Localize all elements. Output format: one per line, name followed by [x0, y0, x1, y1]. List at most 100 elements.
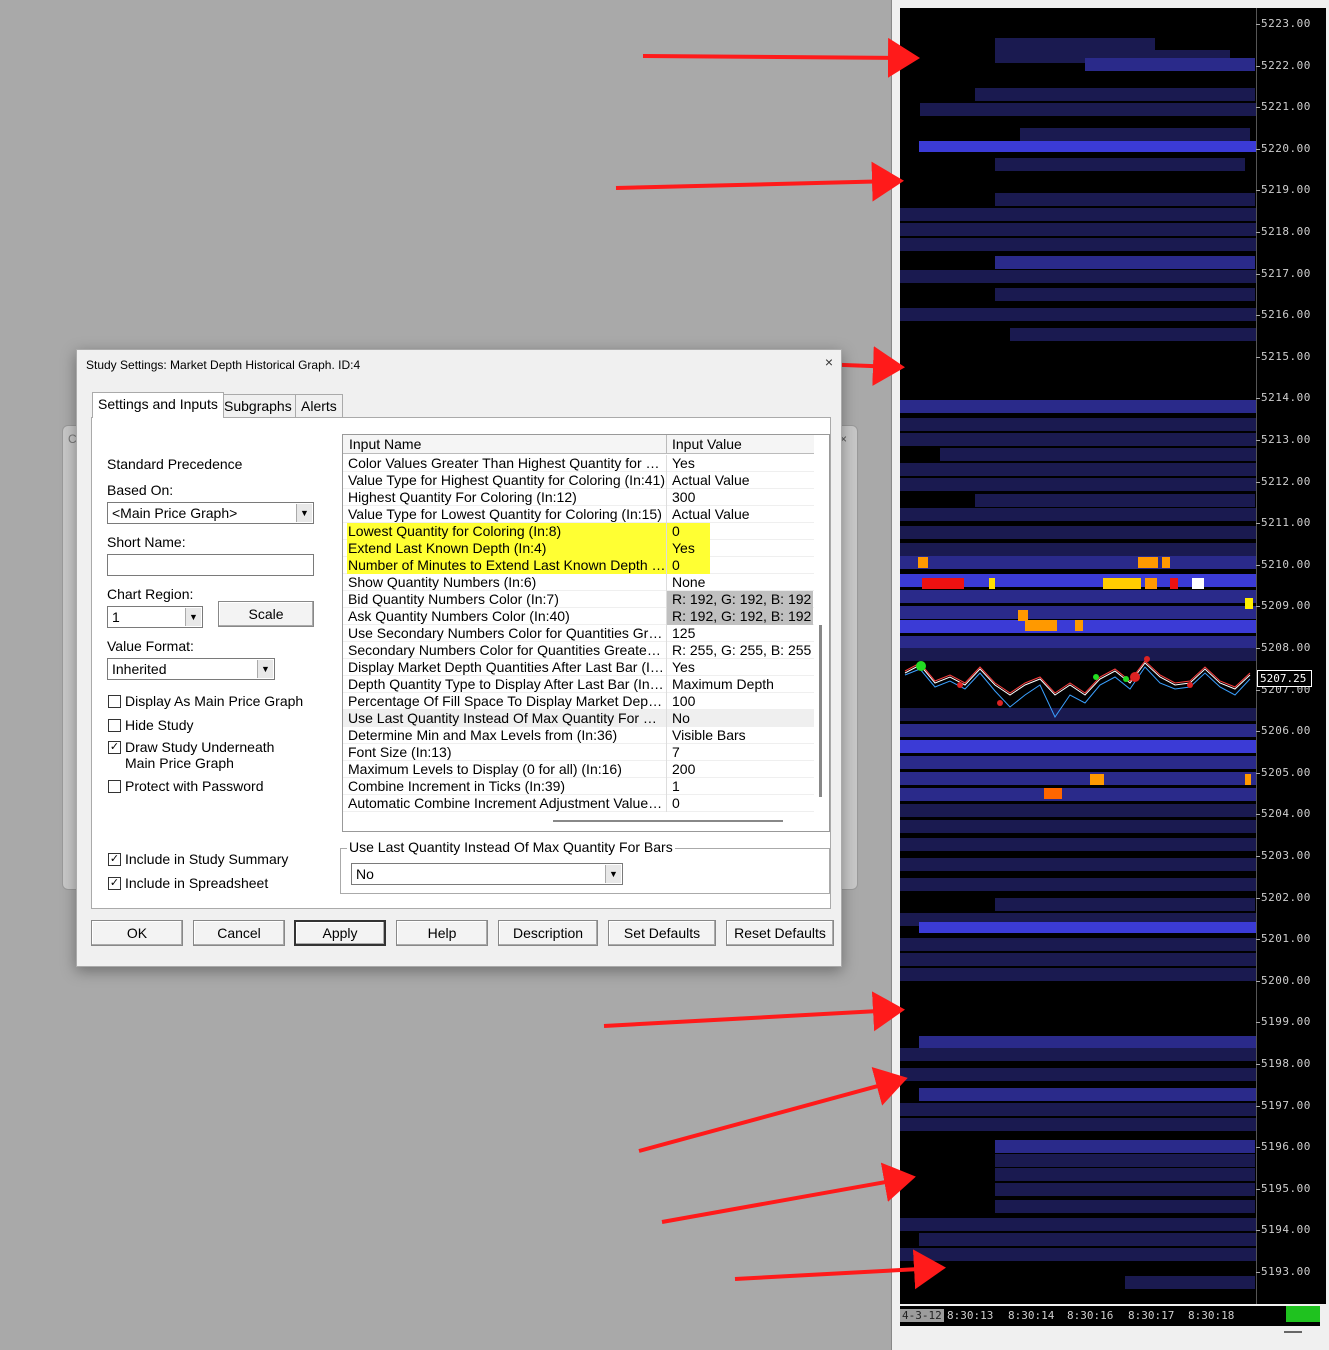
vertical-scrollbar[interactable]	[819, 625, 822, 797]
depth-hotspot	[1192, 578, 1204, 589]
depth-band	[900, 270, 1256, 283]
depth-hotspot	[1090, 774, 1104, 785]
chevron-down-icon[interactable]: ▼	[257, 660, 273, 678]
include-spreadsheet-label: Include in Spreadsheet	[125, 875, 269, 891]
input-value-cell[interactable]: Actual Value	[672, 472, 812, 489]
table-row[interactable]: Font Size (In:13) 7	[343, 744, 814, 761]
tab-settings-and-inputs[interactable]: Settings and Inputs	[92, 392, 224, 418]
depth-band	[919, 1233, 1256, 1246]
cancel-button[interactable]: Cancel	[193, 920, 285, 946]
table-row[interactable]: Maximum Levels to Display (0 for all) (I…	[343, 761, 814, 778]
input-value-cell[interactable]: Yes	[672, 659, 812, 676]
table-row[interactable]: Ask Quantity Numbers Color (In:40) R: 192…	[343, 608, 814, 625]
protect-password-checkbox[interactable]	[108, 780, 121, 793]
inputs-grid[interactable]: Input Name Input Value Color Values Grea…	[342, 434, 830, 832]
include-summary-label: Include in Study Summary	[125, 851, 289, 867]
input-value-cell[interactable]: 0	[667, 557, 710, 574]
include-summary-checkbox[interactable]: ✓	[108, 853, 121, 866]
price-tick-label: 5205.00	[1256, 765, 1311, 779]
tab-subgraphs[interactable]: Subgraphs	[218, 394, 298, 418]
input-value-cell[interactable]: Yes	[672, 455, 812, 472]
apply-button[interactable]: Apply	[294, 920, 386, 946]
depth-band	[919, 1088, 1256, 1101]
ok-button[interactable]: OK	[91, 920, 183, 946]
input-value-cell[interactable]: Maximum Depth	[672, 676, 812, 693]
depth-band	[900, 838, 1256, 851]
display-as-main-checkbox[interactable]	[108, 695, 121, 708]
table-row[interactable]: Number of Minutes to Extend Last Known D…	[343, 557, 814, 574]
depth-band	[900, 433, 1256, 446]
standard-precedence-label: Standard Precedence	[107, 456, 243, 472]
chevron-down-icon[interactable]: ▼	[296, 504, 312, 522]
table-row[interactable]: Highest Quantity For Coloring (In:12) 300	[343, 489, 814, 506]
input-name-cell: Percentage Of Fill Space To Display Mark…	[348, 693, 665, 709]
scale-button[interactable]: Scale	[218, 601, 314, 627]
table-row[interactable]: Bid Quantity Numbers Color (In:7) R: 192,…	[343, 591, 814, 608]
time-axis[interactable]: 4-3-12 8:30:13 8:30:14 8:30:16 8:30:17 8…	[900, 1306, 1320, 1326]
input-value-cell[interactable]: 0	[667, 523, 710, 540]
short-name-input[interactable]	[107, 554, 314, 576]
set-defaults-button[interactable]: Set Defaults	[608, 920, 716, 946]
based-on-select[interactable]: <Main Price Graph> ▼	[107, 502, 314, 524]
chart-region-select[interactable]: 1 ▼	[107, 606, 203, 628]
table-row[interactable]: Percentage Of Fill Space To Display Mark…	[343, 693, 814, 710]
input-value-cell[interactable]: No	[672, 710, 812, 727]
hide-study-checkbox[interactable]	[108, 719, 121, 732]
table-row[interactable]: Automatic Combine Increment Adjustment V…	[343, 795, 814, 812]
column-header-input-value[interactable]: Input Value	[672, 436, 742, 452]
input-name-cell: Use Secondary Numbers Color for Quantiti…	[348, 625, 665, 641]
depth-hotspot	[922, 578, 964, 589]
minimize-icon[interactable]	[1284, 1331, 1302, 1333]
depth-band	[900, 820, 1256, 833]
chart-region-value: 1	[112, 609, 120, 625]
table-row[interactable]: Value Type for Lowest Quantity for Color…	[343, 506, 814, 523]
input-value-cell[interactable]: Visible Bars	[672, 727, 812, 744]
input-value-cell[interactable]: Yes	[667, 540, 710, 557]
input-value-cell[interactable]: 300	[672, 489, 812, 506]
table-row[interactable]: Color Values Greater Than Highest Quanti…	[343, 455, 814, 472]
draw-underneath-checkbox[interactable]: ✓	[108, 741, 121, 754]
depth-band	[900, 463, 1256, 476]
table-row[interactable]: Secondary Numbers Color for Quantities G…	[343, 642, 814, 659]
input-editor-select[interactable]: No ▼	[351, 863, 623, 885]
value-format-value: Inherited	[112, 661, 167, 677]
reset-defaults-button[interactable]: Reset Defaults	[726, 920, 834, 946]
price-scale[interactable]: 5223.00 5222.00 5221.00 5220.00 5219.00 5218.…	[1256, 8, 1326, 1304]
input-name-cell: Automatic Combine Increment Adjustment V…	[348, 795, 665, 811]
help-button[interactable]: Help	[396, 920, 488, 946]
input-value-cell[interactable]: R: 255, G: 255, B: 255	[672, 642, 812, 659]
input-value-cell[interactable]: 125	[672, 625, 812, 642]
table-row[interactable]: Value Type for Highest Quantity for Colo…	[343, 472, 814, 489]
input-value-cell[interactable]: 7	[672, 744, 812, 761]
table-row[interactable]: Display Market Depth Quantities After La…	[343, 659, 814, 676]
input-name-cell: Depth Quantity Type to Display After Las…	[348, 676, 665, 692]
input-value-cell[interactable]: 1	[672, 778, 812, 795]
table-row[interactable]: Use Last Quantity Instead Of Max Quantit…	[343, 710, 814, 727]
input-value-cell[interactable]: 100	[672, 693, 812, 710]
table-row[interactable]: Depth Quantity Type to Display After Las…	[343, 676, 814, 693]
input-value-cell[interactable]: 0	[672, 795, 812, 812]
date-badge: 4-3-12	[900, 1309, 944, 1322]
input-value-cell[interactable]: R: 192, G: 192, B: 192	[667, 591, 813, 608]
table-row[interactable]: Determine Min and Max Levels from (In:36…	[343, 727, 814, 744]
input-value-cell[interactable]: Actual Value	[672, 506, 812, 523]
table-row[interactable]: Combine Increment in Ticks (In:39) 1	[343, 778, 814, 795]
horizontal-scrollbar[interactable]	[553, 820, 783, 822]
description-button[interactable]: Description	[498, 920, 598, 946]
tab-alerts[interactable]: Alerts	[295, 394, 343, 418]
chevron-down-icon[interactable]: ▼	[185, 608, 201, 626]
input-value-cell[interactable]: None	[672, 574, 812, 591]
close-icon[interactable]: ×	[825, 354, 833, 370]
table-row[interactable]: Show Quantity Numbers (In:6) None	[343, 574, 814, 591]
input-value-cell[interactable]: R: 192, G: 192, B: 192	[667, 608, 813, 625]
table-row[interactable]: Use Secondary Numbers Color for Quantiti…	[343, 625, 814, 642]
column-header-input-name[interactable]: Input Name	[349, 436, 421, 452]
chevron-down-icon[interactable]: ▼	[605, 865, 621, 883]
depth-band	[920, 103, 1256, 116]
include-spreadsheet-checkbox[interactable]: ✓	[108, 877, 121, 890]
table-row[interactable]: Lowest Quantity for Coloring (In:8) 0	[343, 523, 814, 540]
value-format-select[interactable]: Inherited ▼	[107, 658, 275, 680]
table-row[interactable]: Extend Last Known Depth (In:4) Yes	[343, 540, 814, 557]
input-name-cell: Highest Quantity For Coloring (In:12)	[348, 489, 577, 505]
input-value-cell[interactable]: 200	[672, 761, 812, 778]
